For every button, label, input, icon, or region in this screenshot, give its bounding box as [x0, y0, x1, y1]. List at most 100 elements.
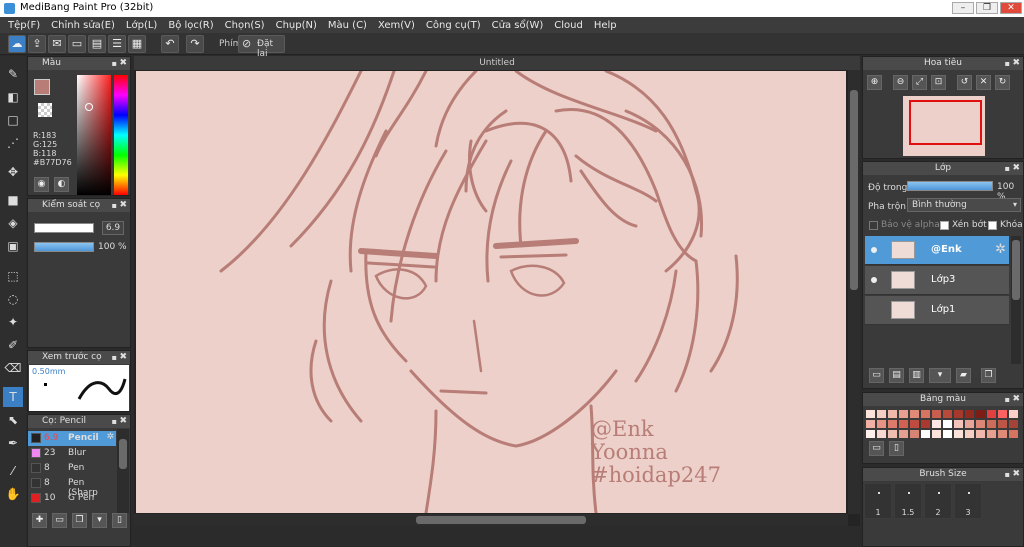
close-icon[interactable]: ✖ [119, 199, 127, 212]
shape-tool-icon[interactable]: □ [3, 110, 23, 130]
menu-item[interactable]: Chọn(S) [225, 20, 265, 31]
folder-icon[interactable]: ▰ [956, 368, 971, 383]
pin-icon[interactable]: ▪ [1005, 393, 1010, 406]
gradient-tool-icon[interactable]: ▣ [3, 236, 23, 256]
palette-swatch[interactable] [943, 430, 952, 438]
palette-swatch[interactable] [965, 410, 974, 418]
palette-swatch[interactable] [877, 430, 886, 438]
menu-item[interactable]: Cloud [554, 20, 583, 31]
duplicate-layer-icon[interactable]: ❐ [981, 368, 996, 383]
close-icon[interactable]: ✖ [119, 351, 127, 364]
brush-tool-icon[interactable]: ✎ [3, 64, 23, 84]
menu-item[interactable]: Chụp(N) [276, 20, 317, 31]
menu-item[interactable]: Tệp(F) [8, 20, 40, 31]
add-color-icon[interactable]: ▭ [869, 441, 884, 456]
scroll-thumb[interactable] [1012, 240, 1020, 300]
undo-icon[interactable]: ↶ [161, 35, 179, 53]
redo-icon[interactable]: ↷ [186, 35, 204, 53]
zoom-out-icon[interactable]: ⊖ [893, 75, 908, 90]
brush-size-option[interactable]: 1 [864, 483, 892, 519]
gear-icon[interactable]: ✲ [106, 432, 114, 442]
delete-brush-icon[interactable]: ▯ [112, 513, 127, 528]
select-eraser-icon[interactable]: ⌫ [3, 358, 23, 378]
rotate-left-icon[interactable]: ↺ [957, 75, 972, 90]
palette-swatch[interactable] [899, 430, 908, 438]
fit-screen-icon[interactable]: ⤢ [912, 75, 927, 90]
zoom-in-icon[interactable]: ⊕ [867, 75, 882, 90]
menu-item[interactable]: Lớp(L) [126, 20, 157, 31]
palette-swatch[interactable] [910, 410, 919, 418]
palette-swatch[interactable] [910, 420, 919, 428]
palette-swatch[interactable] [998, 410, 1007, 418]
transparent-swatch[interactable] [38, 103, 52, 117]
close-icon[interactable]: ✖ [119, 57, 127, 70]
cloud-icon[interactable]: ☁ [8, 35, 26, 53]
palette-swatch[interactable] [998, 420, 1007, 428]
select-pen-icon[interactable]: ✐ [3, 335, 23, 355]
brush-list-item[interactable]: 8 Pen (Sharp [28, 476, 116, 498]
magic-wand-icon[interactable]: ✦ [3, 312, 23, 332]
palette-swatch[interactable] [954, 410, 963, 418]
bucket-tool-icon[interactable]: ◈ [3, 213, 23, 233]
menu-item[interactable]: Màu (C) [328, 20, 367, 31]
document-icon[interactable]: ▤ [88, 35, 106, 53]
menu-item[interactable]: Help [594, 20, 617, 31]
protect-alpha-checkbox[interactable] [869, 221, 878, 230]
brush-list-item[interactable]: 8 Pen [28, 461, 116, 476]
text-tool-icon[interactable]: T [3, 387, 23, 407]
palette-swatch[interactable] [877, 420, 886, 428]
brush-list-item[interactable]: 6.9 Pencil ✲ [28, 431, 116, 446]
flip-icon[interactable]: ✕ [976, 75, 991, 90]
delete-color-icon[interactable]: ▯ [889, 441, 904, 456]
visibility-icon[interactable] [871, 277, 877, 283]
palette-swatch[interactable] [943, 410, 952, 418]
palette-swatch[interactable] [932, 410, 941, 418]
close-button[interactable]: ✕ [1000, 2, 1022, 14]
new-layer-icon[interactable]: ▭ [869, 368, 884, 383]
hue-slider[interactable] [114, 75, 128, 195]
color-saturation-box[interactable] [77, 75, 111, 195]
reset-button[interactable]: ⊘ Đặt lại [238, 35, 285, 59]
brush-size-option[interactable]: 3 [954, 483, 982, 519]
select-tool-icon[interactable]: ⬚ [3, 266, 23, 286]
grid-icon[interactable]: ▦ [128, 35, 146, 53]
close-icon[interactable]: ✖ [119, 415, 127, 428]
maximize-button[interactable]: ❐ [976, 2, 998, 14]
palette-swatch[interactable] [899, 420, 908, 428]
pin-icon[interactable]: ▪ [112, 351, 117, 364]
brush-size-option[interactable]: 1.5 [894, 483, 922, 519]
brush-list-item[interactable]: 10 G Pen [28, 491, 116, 506]
palette-swatch[interactable] [866, 430, 875, 438]
palette-swatch[interactable] [976, 430, 985, 438]
minimize-button[interactable]: – [952, 2, 974, 14]
palette-swatch[interactable] [987, 420, 996, 428]
visibility-icon[interactable] [871, 247, 877, 253]
palette-swatch[interactable] [965, 430, 974, 438]
menu-item[interactable]: Bộ lọc(R) [168, 20, 213, 31]
menu-item[interactable]: Xem(V) [378, 20, 415, 31]
add-layer-menu-icon[interactable]: ▾ [929, 368, 951, 383]
operation-tool-icon[interactable]: ⬉ [3, 410, 23, 430]
layer-opacity-slider[interactable] [907, 181, 993, 191]
menu-item[interactable]: Cửa sổ(W) [492, 20, 544, 31]
brush-list-item[interactable]: 23 Blur [28, 446, 116, 461]
menu-item[interactable]: Chỉnh sửa(E) [51, 20, 115, 31]
palette-swatch[interactable] [998, 430, 1007, 438]
pin-icon[interactable]: ▪ [112, 415, 117, 428]
canvas-tab[interactable]: Untitled [134, 56, 860, 70]
hand-tool-icon[interactable]: ✋ [3, 484, 23, 504]
pin-icon[interactable]: ▪ [112, 199, 117, 212]
foreground-color-swatch[interactable] [34, 79, 50, 95]
palette-swatch[interactable] [932, 420, 941, 428]
palette-swatch[interactable] [932, 430, 941, 438]
rotate-right-icon[interactable]: ↻ [995, 75, 1010, 90]
scroll-thumb[interactable] [119, 439, 127, 469]
palette-swatch[interactable] [1009, 420, 1018, 428]
palette-swatch[interactable] [921, 420, 930, 428]
palette-swatch[interactable] [921, 410, 930, 418]
palette-swatch[interactable] [877, 410, 886, 418]
canvas-vertical-scrollbar[interactable] [848, 70, 860, 514]
palette-swatch[interactable] [1009, 410, 1018, 418]
navigator-thumbnail[interactable] [903, 96, 985, 156]
layers-scrollbar[interactable] [1011, 236, 1021, 364]
